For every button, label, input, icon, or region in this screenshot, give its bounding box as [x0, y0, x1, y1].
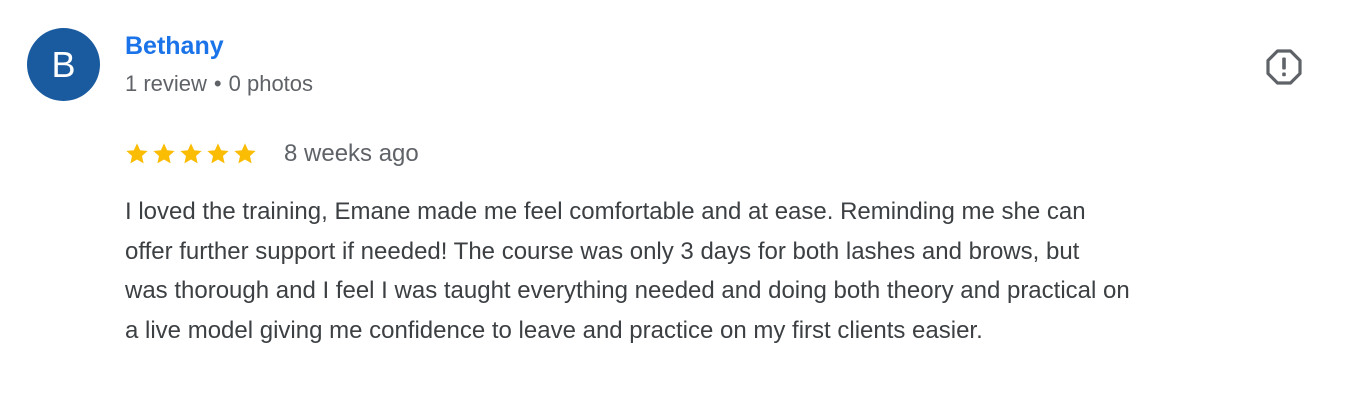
review-card: B Bethany 1 review • 0 photos 8 weeks ago …: [0, 0, 1368, 407]
review-text-line: offer further support if needed! The cou…: [125, 237, 1080, 265]
star-icon: [124, 141, 150, 167]
review-date: 8 weeks ago: [284, 140, 419, 167]
review-text: I loved the training, Emane made me feel…: [125, 192, 1345, 350]
avatar-letter: B: [51, 43, 76, 85]
review-count: 1 review: [125, 71, 207, 96]
report-flag-icon: [1265, 48, 1303, 91]
avatar[interactable]: B: [27, 28, 100, 101]
review-text-line: I loved the training, Emane made me feel…: [125, 198, 1086, 225]
meta-separator: •: [213, 71, 222, 96]
star-icon: [232, 141, 258, 167]
report-button[interactable]: [1264, 48, 1304, 91]
reviewer-name[interactable]: Bethany: [125, 31, 224, 61]
star-icon: [205, 141, 231, 167]
star-rating: [124, 141, 259, 167]
star-icon: [151, 141, 177, 167]
review-text-line: a live model giving me confidence to lea…: [125, 316, 983, 344]
star-icon: [178, 141, 204, 167]
photo-count: 0 photos: [228, 71, 314, 96]
review-text-line: was thorough and I feel I was taught eve…: [125, 277, 1130, 304]
reviewer-meta: 1 review • 0 photos: [125, 70, 313, 98]
rating-row: 8 weeks ago: [124, 137, 419, 171]
